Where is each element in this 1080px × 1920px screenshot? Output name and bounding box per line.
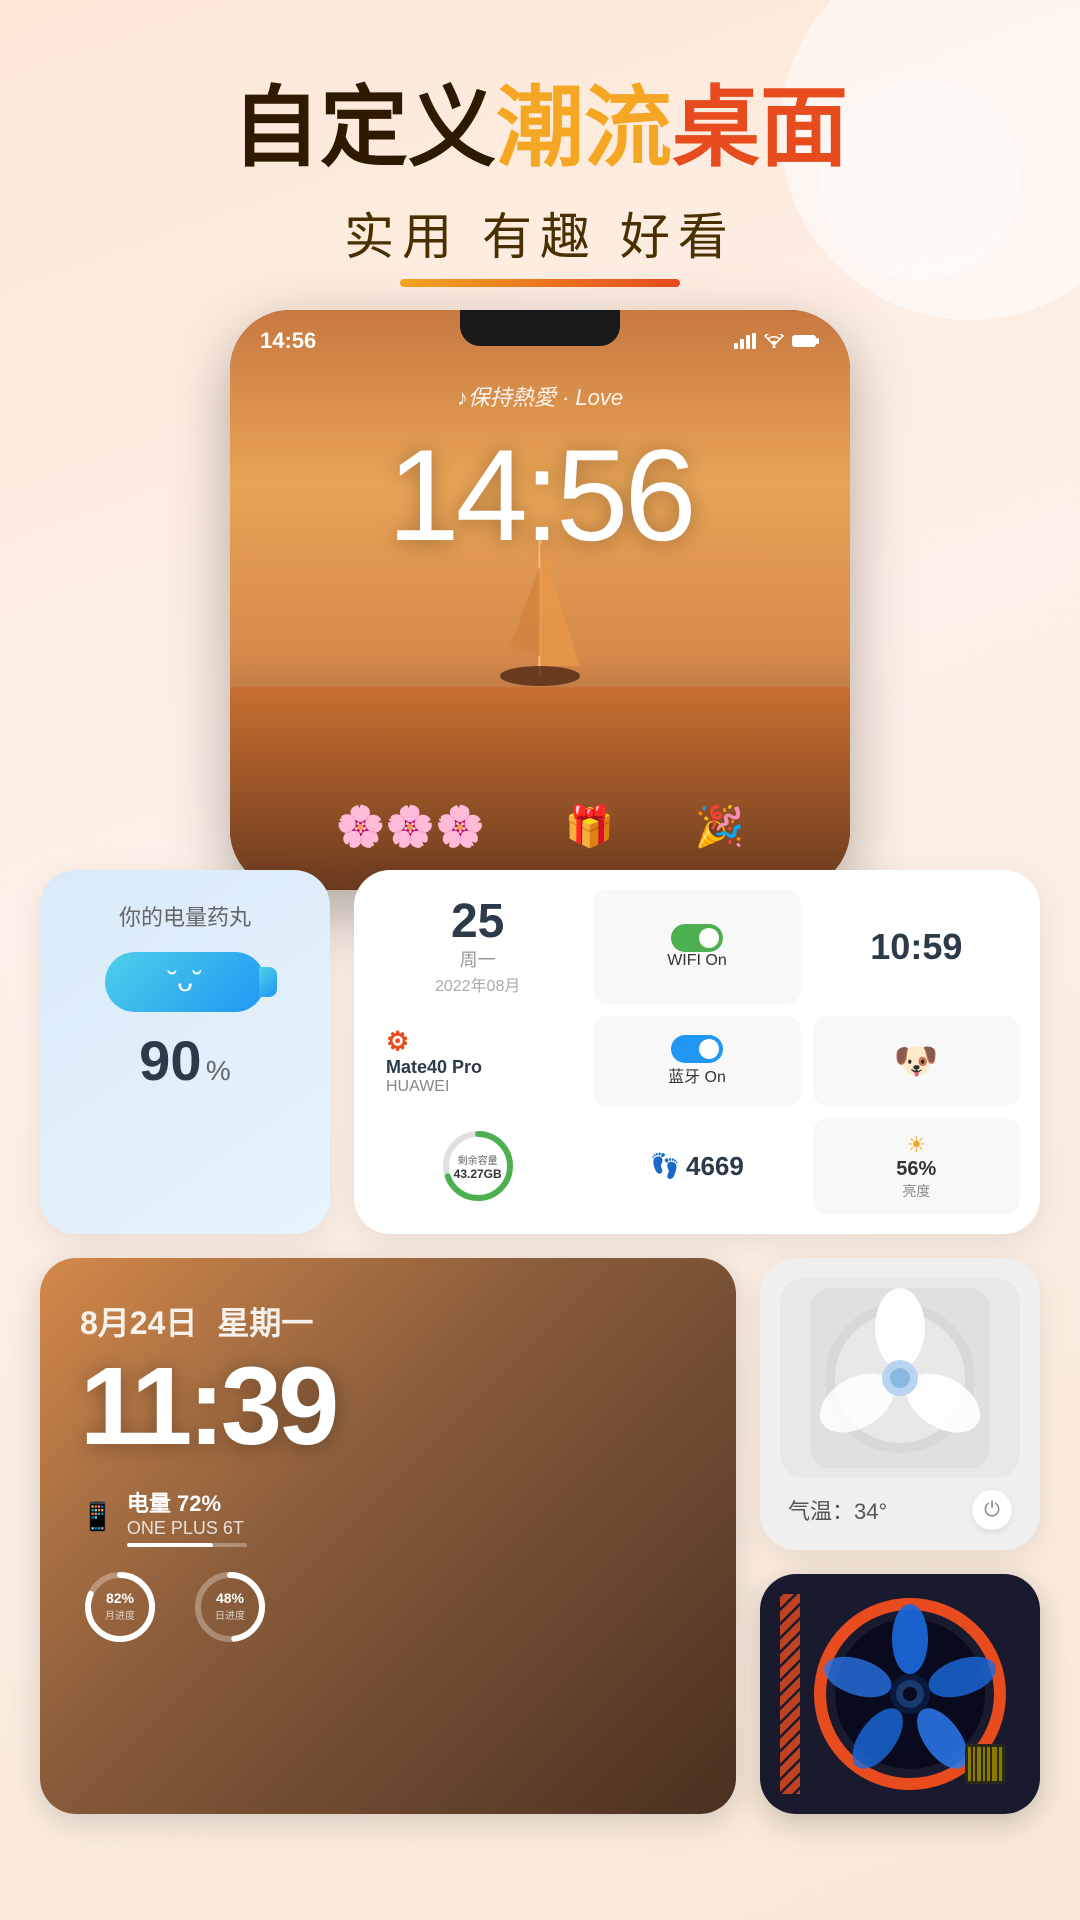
emoji-flowers: 🌸🌸🌸 bbox=[335, 803, 484, 850]
huawei-cell: ⚙ Mate40 Pro HUAWEI bbox=[374, 1016, 581, 1106]
huawei-model: Mate40 Pro bbox=[386, 1057, 482, 1078]
pill-face: ˘ᴗ˘ bbox=[168, 966, 202, 998]
clock-circles-row: 82% 月进度 48% 日进度 bbox=[80, 1567, 696, 1647]
clock-device-name: ONE PLUS 6T bbox=[127, 1518, 247, 1539]
widgets-row2: 8月24日 星期一 11:39 📱 电量 72% ONE PLUS 6T bbox=[40, 1258, 1040, 1814]
date-number: 25 bbox=[451, 898, 504, 946]
battery-percent-display: 90 % bbox=[139, 1028, 231, 1093]
wifi-toggle-switch[interactable] bbox=[671, 924, 723, 952]
headline-part2: 潮流 bbox=[496, 78, 672, 177]
steps-icon: 👣 bbox=[650, 1152, 680, 1181]
fan-temp-text: 气温：34° bbox=[788, 1494, 887, 1526]
storage-label: 剩余容量 bbox=[458, 1152, 498, 1167]
bt-label: 蓝牙 On bbox=[668, 1063, 726, 1087]
headline: 自定义潮流桌面 bbox=[0, 80, 1080, 177]
clock-battery-text: 电量 72% bbox=[127, 1486, 247, 1518]
clock-device-row: 📱 电量 72% ONE PLUS 6T bbox=[80, 1486, 696, 1547]
storage-ring: 剩余容量 43.27GB bbox=[438, 1126, 518, 1206]
storage-cell: 剩余容量 43.27GB bbox=[374, 1118, 581, 1214]
underline-decoration bbox=[400, 279, 680, 287]
phone-mockup: 14:56 bbox=[230, 310, 850, 890]
pill-icon: ˘ᴗ˘ bbox=[105, 952, 265, 1012]
clock-battery-line bbox=[127, 1543, 247, 1547]
emoji-celebrate: 🎉 bbox=[695, 803, 745, 850]
cpu-fan-widget[interactable] bbox=[760, 1574, 1040, 1814]
fan-image-area bbox=[780, 1278, 1020, 1478]
wifi-toggle-cell[interactable]: WIFI On bbox=[593, 890, 800, 1004]
headline-part1: 自定义 bbox=[232, 78, 496, 177]
brightness-cell: ☀ 56% 亮度 bbox=[813, 1118, 1020, 1214]
pill-cap bbox=[259, 967, 277, 997]
clock-weekday: 星期一 bbox=[217, 1298, 313, 1344]
clock-time: 11:39 bbox=[80, 1352, 696, 1462]
brightness-value: 56% bbox=[896, 1158, 936, 1181]
fan-power-button[interactable]: ⏻ bbox=[972, 1490, 1012, 1530]
storage-value: 43.27GB bbox=[454, 1167, 502, 1181]
steps-cell: 👣 4669 bbox=[593, 1118, 800, 1214]
date-week: 周一 bbox=[460, 946, 496, 972]
clock-device-icon: 📱 bbox=[80, 1500, 115, 1533]
subtitle: 实用 有趣 好看 bbox=[0, 197, 1080, 269]
date-month: 2022年08月 bbox=[435, 972, 520, 996]
huawei-logo: ⚙ bbox=[386, 1026, 409, 1057]
clock-widget[interactable]: 8月24日 星期一 11:39 📱 电量 72% ONE PLUS 6T bbox=[40, 1258, 736, 1814]
clock-battery-fill bbox=[127, 1543, 213, 1547]
widgets-row1: 你的电量药丸 ˘ᴗ˘ 90 % 25 周一 2022年08月 WIFI On bbox=[40, 870, 1040, 1234]
battery-pill-widget[interactable]: 你的电量药丸 ˘ᴗ˘ 90 % bbox=[40, 870, 330, 1234]
emoji-gift: 🎁 bbox=[565, 803, 615, 850]
cpu-fan-inner bbox=[780, 1594, 1020, 1794]
fan-blades-svg bbox=[810, 1288, 990, 1468]
steps-number: 4669 bbox=[686, 1151, 744, 1182]
right-widgets-column: 气温：34° ⏻ bbox=[760, 1258, 1040, 1814]
clock-date-row: 8月24日 星期一 bbox=[80, 1298, 696, 1344]
wifi-label: WIFI On bbox=[667, 952, 727, 970]
battery-icon bbox=[792, 334, 820, 348]
header: 自定义潮流桌面 实用 有趣 好看 bbox=[0, 0, 1080, 287]
headline-part3: 桌面 bbox=[672, 78, 848, 177]
svg-text:月进度: 月进度 bbox=[105, 1609, 135, 1622]
signal-icon bbox=[734, 333, 756, 349]
widgets-section: 你的电量药丸 ˘ᴗ˘ 90 % 25 周一 2022年08月 WIFI On bbox=[40, 870, 1040, 1814]
phone-bottom-icons: 🌸🌸🌸 🎁 🎉 bbox=[230, 803, 850, 850]
steps-display: 👣 4669 bbox=[650, 1151, 744, 1182]
clock-device-info: 电量 72% ONE PLUS 6T bbox=[127, 1486, 247, 1547]
storage-text: 剩余容量 43.27GB bbox=[438, 1126, 518, 1206]
battery-number: 90 bbox=[139, 1029, 201, 1092]
phone-screen: 14:56 bbox=[230, 310, 850, 890]
phone-time-display: 14:56 bbox=[230, 420, 850, 570]
date-cell: 25 周一 2022年08月 bbox=[374, 890, 581, 1004]
phone-preview-cell: 🐶 bbox=[813, 1016, 1020, 1106]
phone-notch bbox=[460, 310, 620, 346]
battery-unit: % bbox=[206, 1055, 231, 1086]
svg-text:日进度: 日进度 bbox=[215, 1609, 245, 1622]
bt-toggle-cell[interactable]: 蓝牙 On bbox=[593, 1016, 800, 1106]
brightness-label: 亮度 bbox=[902, 1181, 930, 1201]
phone-mockup-wrapper: 14:56 bbox=[230, 310, 850, 890]
svg-text:82%: 82% bbox=[106, 1590, 135, 1606]
huawei-brand: HUAWEI bbox=[386, 1078, 449, 1096]
wifi-icon bbox=[764, 334, 784, 348]
day-progress-circle: 48% 日进度 bbox=[190, 1567, 270, 1647]
time-display: 10:59 bbox=[870, 926, 962, 968]
phone-music-text: ♪保持熱愛 · Love bbox=[230, 380, 850, 412]
cpu-fan-svg bbox=[780, 1594, 1020, 1794]
info-dashboard-widget[interactable]: 25 周一 2022年08月 WIFI On 10:59 ⚙ Mate40 Pr… bbox=[354, 870, 1040, 1234]
battery-widget-title: 你的电量药丸 bbox=[119, 900, 251, 932]
status-time: 14:56 bbox=[260, 328, 316, 354]
bt-toggle-switch[interactable] bbox=[671, 1035, 723, 1063]
status-icons bbox=[734, 333, 820, 349]
fan-temp-row: 气温：34° ⏻ bbox=[780, 1490, 1020, 1530]
brightness-icon: ☀ bbox=[906, 1132, 926, 1158]
month-progress-circle: 82% 月进度 bbox=[80, 1567, 160, 1647]
fan-widget[interactable]: 气温：34° ⏻ bbox=[760, 1258, 1040, 1550]
water bbox=[230, 687, 850, 890]
clock-date: 8月24日 bbox=[80, 1298, 197, 1344]
time-cell: 10:59 bbox=[813, 890, 1020, 1004]
svg-text:48%: 48% bbox=[216, 1590, 245, 1606]
